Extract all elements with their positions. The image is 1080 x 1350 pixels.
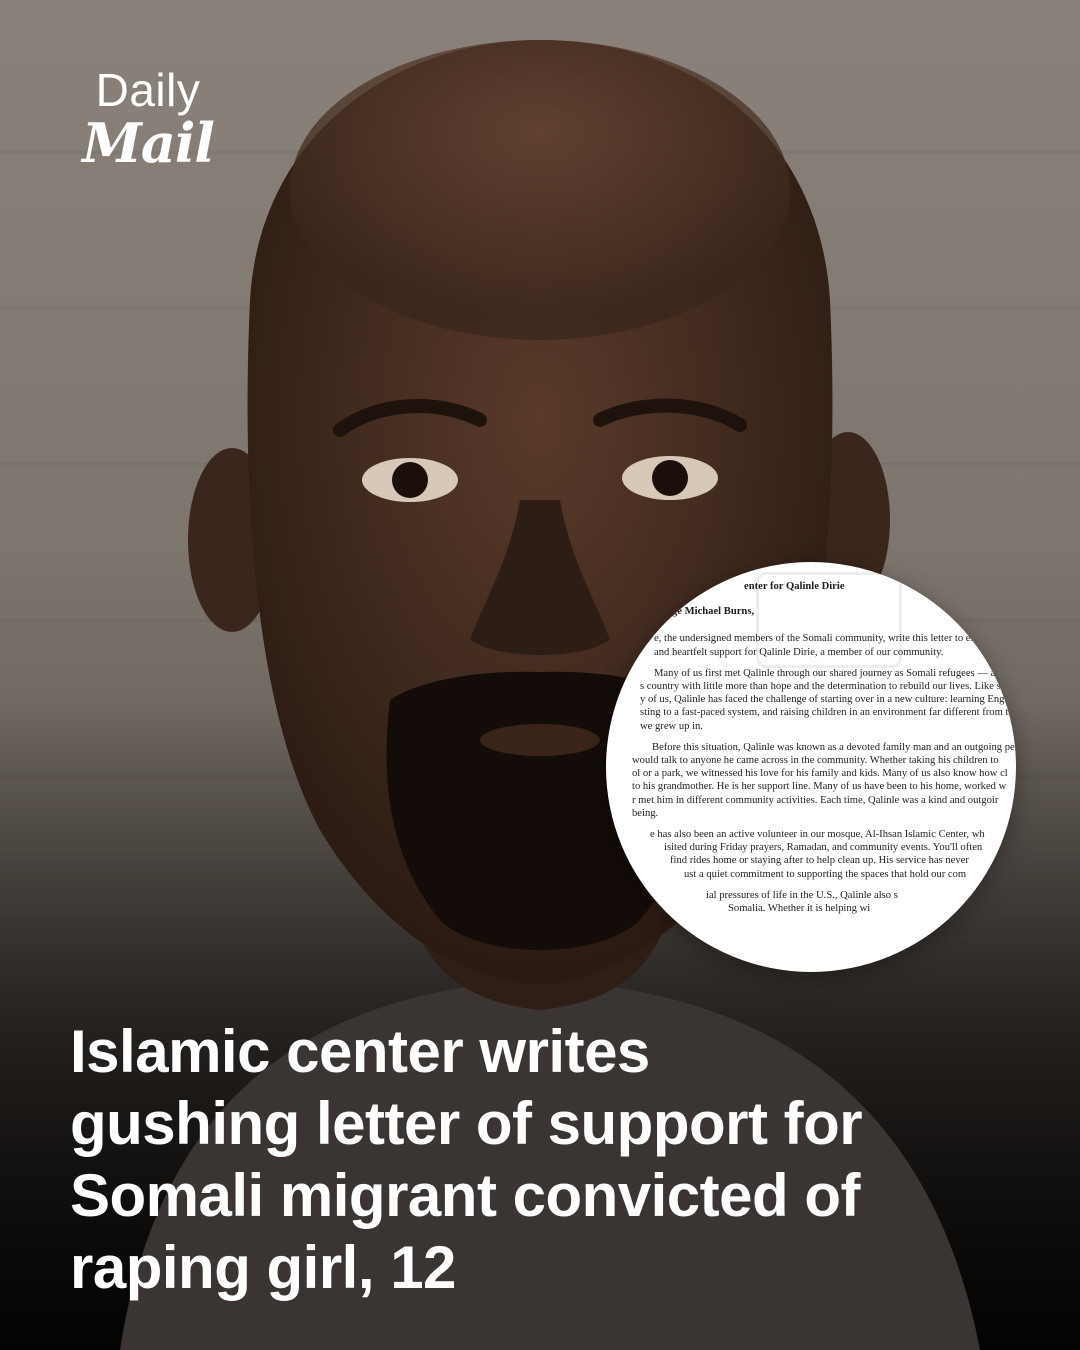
letter-paragraph-5: ial pressures of life in the U.S., Qalin… bbox=[706, 889, 898, 915]
letter-paragraph-2: Many of us first met Qalinle through our… bbox=[640, 667, 1016, 732]
letter-text: enter for Qalinle Dirie ge Michael Burns… bbox=[626, 580, 1016, 960]
headline-line-4: raping girl, 12 bbox=[70, 1234, 456, 1301]
news-poster: Daily Mail enter for Qalinle Dirie ge Mi… bbox=[0, 0, 1080, 1350]
letter-inset: enter for Qalinle Dirie ge Michael Burns… bbox=[606, 562, 1016, 972]
letter-paragraph-1: e, the undersigned members of the Somali… bbox=[654, 633, 985, 658]
headline-line-3: Somali migrant convicted of bbox=[70, 1162, 860, 1229]
headline: Islamic center writes gushing letter of … bbox=[70, 1016, 1030, 1304]
letter-paragraph-3: Before this situation, Qalinle was known… bbox=[632, 741, 1016, 819]
headline-line-1: Islamic center writes bbox=[70, 1018, 650, 1085]
letter-paragraph-4: e has also been an active volunteer in o… bbox=[650, 829, 985, 880]
logo-daily-text: Daily bbox=[95, 64, 201, 116]
logo-mail-text: Mail bbox=[82, 111, 215, 175]
daily-mail-logo: Daily Mail bbox=[72, 66, 224, 172]
letter-salutation: ge Michael Burns, bbox=[672, 606, 755, 618]
letter-title: enter for Qalinle Dirie bbox=[744, 581, 845, 592]
headline-line-2: gushing letter of support for bbox=[70, 1090, 863, 1157]
